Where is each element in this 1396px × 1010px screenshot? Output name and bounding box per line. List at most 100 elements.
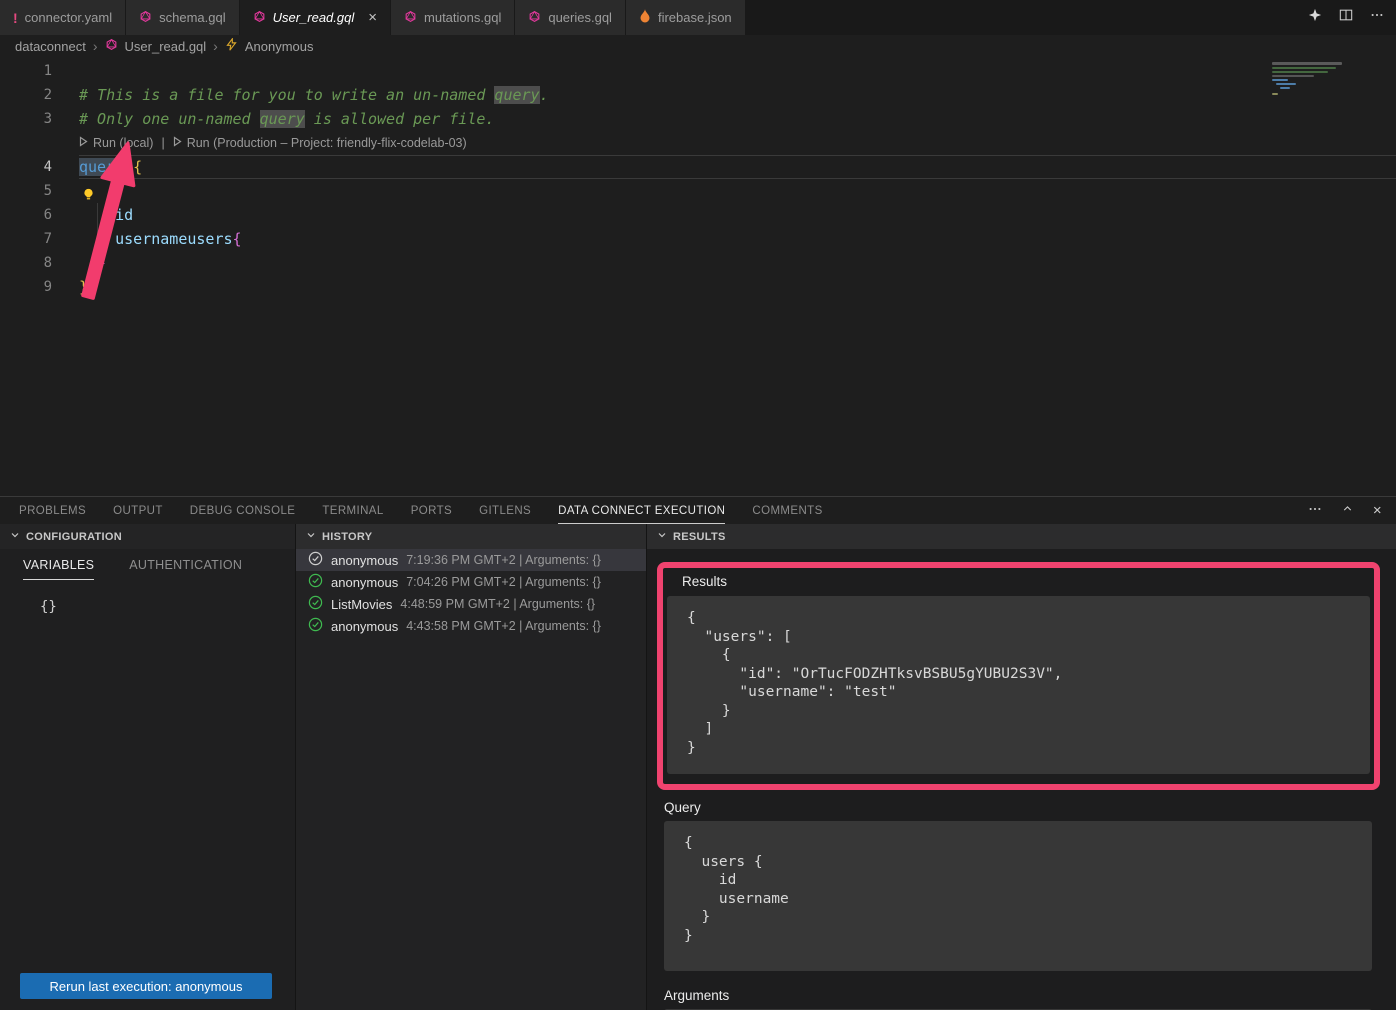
minimap[interactable]	[1272, 60, 1384, 120]
history-item-meta: 4:48:59 PM GMT+2 | Arguments: {}	[400, 597, 595, 611]
code-line: 6 id	[0, 203, 1396, 227]
flame-icon	[639, 9, 651, 26]
tab-label: connector.yaml	[25, 10, 112, 25]
editor-tab-bar: ! connector.yaml schema.gql User_read.gq…	[0, 0, 1396, 35]
results-json: { "users": [ { "id": "OrTucFODZHTksvBSBU…	[667, 596, 1370, 774]
tab-label: queries.gql	[548, 10, 612, 25]
split-editor-icon[interactable]	[1339, 8, 1353, 27]
run-production-link[interactable]: Run (Production – Project: friendly-flix…	[187, 136, 467, 150]
tab-schema-gql[interactable]: schema.gql	[126, 0, 239, 35]
configuration-section: CONFIGURATION VARIABLES AUTHENTICATION {…	[0, 524, 296, 1010]
variables-value[interactable]: {}	[40, 599, 295, 615]
code-line: 7 username	[0, 227, 1396, 251]
tab-label: firebase.json	[658, 10, 732, 25]
line-number: 8	[0, 251, 52, 275]
query-text: { users { id username } }	[664, 821, 1372, 971]
results-section: RESULTS Results { "users": [ { "id": "Or…	[647, 524, 1396, 1010]
history-item[interactable]: anonymous 7:04:26 PM GMT+2 | Arguments: …	[296, 571, 646, 593]
chevron-down-icon	[657, 530, 667, 543]
more-actions-icon[interactable]	[1370, 8, 1384, 27]
line-number: 9	[0, 275, 52, 299]
panel-tab-data-connect-execution[interactable]: DATA CONNECT EXECUTION	[558, 497, 725, 524]
results-label: Results	[682, 574, 1370, 589]
line-number: 5	[0, 179, 52, 203]
breadcrumb-separator: ›	[213, 38, 218, 54]
tab-user-read-gql[interactable]: User_read.gql ×	[240, 0, 391, 35]
configuration-header[interactable]: CONFIGURATION	[0, 524, 295, 549]
tab-label: User_read.gql	[273, 10, 355, 25]
tab-firebase-json[interactable]: firebase.json	[626, 0, 746, 35]
history-item-name: anonymous	[331, 619, 398, 634]
panel-tab-problems[interactable]: PROBLEMS	[19, 497, 86, 524]
rerun-last-execution-button[interactable]: Rerun last execution: anonymous	[20, 973, 272, 999]
code-line: 9 }	[0, 275, 1396, 299]
history-item[interactable]: anonymous 4:43:58 PM GMT+2 | Arguments: …	[296, 615, 646, 637]
panel-tab-comments[interactable]: COMMENTS	[752, 497, 822, 524]
line-number: 6	[0, 203, 52, 227]
graphql-icon	[528, 10, 541, 26]
configuration-tabs: VARIABLES AUTHENTICATION	[23, 558, 295, 580]
code-line: 5 users{	[0, 179, 1396, 203]
vscode-window: ! connector.yaml schema.gql User_read.gq…	[0, 0, 1396, 1010]
graphql-icon	[139, 10, 152, 26]
history-item-name: ListMovies	[331, 597, 392, 612]
close-panel-icon[interactable]: ×	[1373, 502, 1382, 519]
codelens: Run (local) | Run (Production – Project:…	[79, 131, 1396, 155]
symbol-bolt-icon	[225, 38, 238, 54]
panel-tab-gitlens[interactable]: GITLENS	[479, 497, 531, 524]
line-number: 2	[0, 83, 52, 107]
history-section: HISTORY anonymous 7:19:36 PM GMT+2 | Arg…	[296, 524, 647, 1010]
chevron-down-icon	[306, 530, 316, 543]
copilot-sparkle-icon[interactable]	[1308, 8, 1322, 27]
history-item[interactable]: anonymous 7:19:36 PM GMT+2 | Arguments: …	[296, 549, 646, 571]
tab-authentication[interactable]: AUTHENTICATION	[129, 558, 242, 580]
more-actions-icon[interactable]	[1308, 502, 1322, 520]
indent-guide	[97, 203, 98, 275]
history-item-meta: 7:19:36 PM GMT+2 | Arguments: {}	[406, 553, 601, 567]
tab-label: mutations.gql	[424, 10, 501, 25]
annotation-highlight-box: Results { "users": [ { "id": "OrTucFODZH…	[657, 562, 1380, 790]
bottom-panel: PROBLEMS OUTPUT DEBUG CONSOLE TERMINAL P…	[0, 496, 1396, 1010]
check-circle-icon	[308, 617, 323, 635]
code-editor[interactable]: 1 2 # This is a file for you to write an…	[0, 57, 1396, 496]
panel-tab-output[interactable]: OUTPUT	[113, 497, 163, 524]
line-number: 1	[0, 59, 52, 83]
panel-tab-terminal[interactable]: TERMINAL	[322, 497, 383, 524]
history-item-meta: 4:43:58 PM GMT+2 | Arguments: {}	[406, 619, 601, 633]
breadcrumb-separator: ›	[93, 38, 98, 54]
maximize-panel-icon[interactable]	[1341, 502, 1354, 519]
run-local-link[interactable]: Run (local)	[93, 136, 153, 150]
tab-queries-gql[interactable]: queries.gql	[515, 0, 626, 35]
run-triangle-icon	[173, 136, 182, 150]
panel-tab-debug-console[interactable]: DEBUG CONSOLE	[190, 497, 296, 524]
panel-actions: ×	[1308, 497, 1382, 524]
panel-tab-ports[interactable]: PORTS	[411, 497, 452, 524]
warning-icon: !	[13, 10, 18, 26]
breadcrumb-dataconnect[interactable]: dataconnect	[15, 39, 86, 54]
code-line: 2 # This is a file for you to write an u…	[0, 83, 1396, 107]
line-number: 7	[0, 227, 52, 251]
tab-mutations-gql[interactable]: mutations.gql	[391, 0, 515, 35]
tab-label: schema.gql	[159, 10, 225, 25]
code-line-current: 4 query {	[0, 155, 1396, 179]
line-number: 3	[0, 107, 52, 131]
history-item-name: anonymous	[331, 553, 398, 568]
check-circle-icon	[308, 551, 323, 569]
results-header[interactable]: RESULTS	[647, 524, 1396, 549]
breadcrumb-symbol[interactable]: Anonymous	[245, 39, 314, 54]
codelens-separator: |	[161, 136, 164, 150]
breadcrumb-file[interactable]: User_read.gql	[125, 39, 207, 54]
check-circle-icon	[308, 573, 323, 591]
editor-actions	[1308, 0, 1384, 35]
breadcrumb: dataconnect › User_read.gql › Anonymous	[0, 35, 1396, 57]
code-line: 3 # Only one un-named query is allowed p…	[0, 107, 1396, 131]
history-item[interactable]: ListMovies 4:48:59 PM GMT+2 | Arguments:…	[296, 593, 646, 615]
history-header[interactable]: HISTORY	[296, 524, 646, 549]
tab-connector-yaml[interactable]: ! connector.yaml	[0, 0, 126, 35]
query-label: Query	[664, 800, 1396, 815]
data-connect-execution-view: CONFIGURATION VARIABLES AUTHENTICATION {…	[0, 524, 1396, 1010]
panel-tab-bar: PROBLEMS OUTPUT DEBUG CONSOLE TERMINAL P…	[0, 497, 1396, 524]
close-icon[interactable]: ×	[368, 10, 377, 25]
code-line: 8 }	[0, 251, 1396, 275]
tab-variables[interactable]: VARIABLES	[23, 558, 94, 580]
